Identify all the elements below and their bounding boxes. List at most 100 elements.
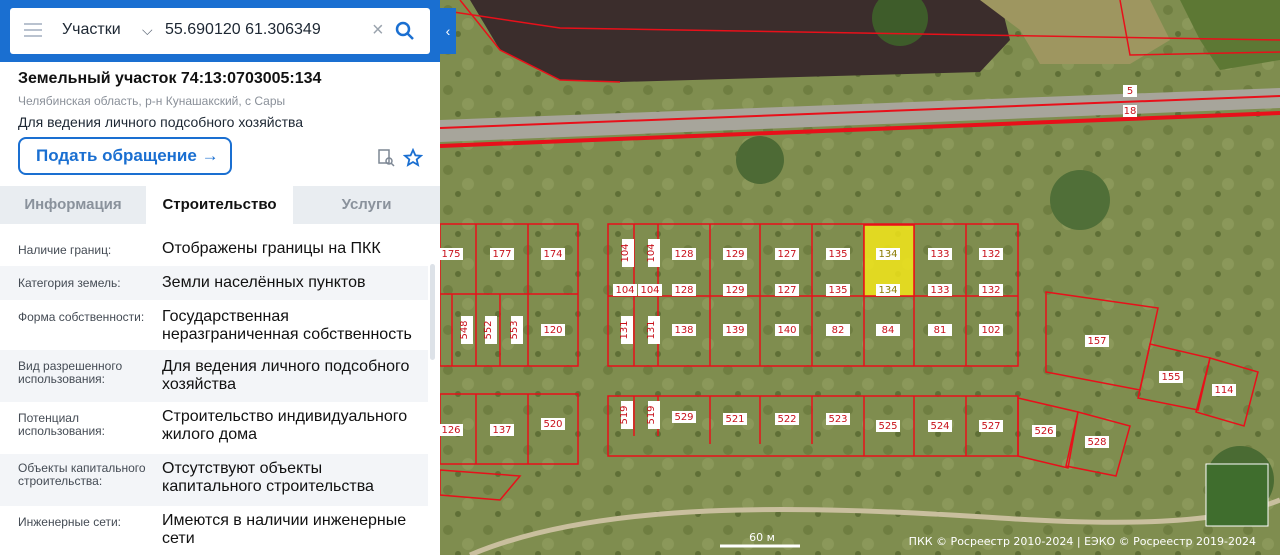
row-key: Инженерные сети: [18, 515, 121, 529]
info-row: Потенциал использования: Строительство и… [0, 402, 428, 454]
parcel-label[interactable]: 552 [483, 320, 494, 339]
parcel-label[interactable]: 174 [543, 249, 562, 260]
row-value: Отсутствуют объекты капитального строите… [162, 460, 374, 495]
row-value: Государственная неразграниченная собстве… [162, 308, 412, 343]
parcel-label[interactable]: 525 [878, 421, 897, 432]
parcel-label[interactable]: 128 [674, 285, 693, 296]
row-key: Вид разрешенного использования: [18, 359, 123, 386]
scrollbar[interactable] [430, 264, 435, 360]
parcel-label[interactable]: 519 [646, 405, 657, 424]
info-row: Инженерные сети: Имеются в наличии инжен… [0, 506, 428, 555]
row-key: Потенциал использования: [18, 411, 105, 438]
parcel-label[interactable]: 137 [492, 425, 511, 436]
parcel-label[interactable]: 82 [832, 325, 845, 336]
parcel-label[interactable]: 521 [725, 414, 744, 425]
chevron-down-icon[interactable]: ⌵ [142, 22, 153, 39]
parcel-label[interactable]: 138 [674, 325, 693, 336]
parcel-label[interactable]: 104 [615, 285, 634, 296]
parcel-label[interactable]: 139 [725, 325, 744, 336]
parcel-label[interactable]: 114 [1214, 385, 1233, 396]
parcel-label[interactable]: 131 [619, 320, 630, 339]
parcel-label[interactable]: 132 [981, 249, 1000, 260]
layer-thumbnail[interactable] [1205, 463, 1269, 527]
document-search-icon[interactable] [376, 148, 396, 168]
parcel-title: Земельный участок 74:13:0703005:134 [18, 70, 322, 87]
parcel-label[interactable]: 132 [981, 285, 1000, 296]
parcel-label[interactable]: 526 [1034, 426, 1053, 437]
parcel-label[interactable]: 175 [441, 249, 460, 260]
parcel-label[interactable]: 519 [619, 405, 630, 424]
parcel-label[interactable]: 104 [620, 243, 631, 262]
parcel-label[interactable]: 120 [543, 325, 562, 336]
parcel-label[interactable]: 127 [777, 285, 796, 296]
info-row: Категория земель: Земли населённых пункт… [0, 266, 428, 300]
search-bar: Участки ⌵ 55.690120 61.306349 × [10, 8, 430, 54]
row-key: Форма собственности: [18, 310, 145, 324]
collapse-panel-button[interactable]: ‹ [440, 8, 456, 54]
chevron-left-icon: ‹ [445, 23, 451, 39]
arrow-right-icon: → [201, 146, 219, 165]
scale-label: 60 м [749, 531, 775, 544]
parcel-label[interactable]: 133 [930, 249, 949, 260]
parcel-label[interactable]: 126 [441, 425, 460, 436]
row-value: Строительство индивидуального жилого дом… [162, 408, 408, 443]
parcel-label[interactable]: 522 [777, 414, 796, 425]
parcel-address: Челябинская область, р-н Кунашакский, с … [18, 94, 286, 108]
search-icon[interactable] [394, 20, 416, 42]
parcel-label[interactable]: 155 [1161, 372, 1180, 383]
parcel-label[interactable]: 129 [725, 285, 744, 296]
info-row: Форма собственности: Государственная нер… [0, 300, 428, 350]
tab-services[interactable]: Услуги [293, 186, 440, 224]
parcel-label[interactable]: 177 [492, 249, 511, 260]
parcel-label[interactable]: 529 [674, 412, 693, 423]
info-row: Объекты капитального строительства: Отсу… [0, 454, 428, 506]
map-attribution: ПКК © Росреестр 2010-2024 | ЕЭКО © Росре… [909, 535, 1256, 548]
star-icon[interactable] [403, 148, 423, 168]
road-label: 5 [1127, 86, 1133, 97]
parcel-label[interactable]: 84 [882, 325, 895, 336]
row-key: Наличие границ: [18, 243, 112, 257]
parcel-label[interactable]: 81 [934, 325, 947, 336]
row-key: Объекты капитального строительства: [18, 461, 146, 488]
row-key: Категория земель: [18, 276, 121, 290]
parcel-label[interactable]: 157 [1087, 336, 1106, 347]
road-label: 18 [1124, 106, 1137, 117]
parcel-label[interactable]: 134 [878, 249, 897, 260]
row-value: Земли населённых пунктов [162, 274, 366, 291]
parcel-label[interactable]: 104 [640, 285, 659, 296]
parcel-label[interactable]: 128 [674, 249, 693, 260]
close-icon[interactable]: × [372, 19, 384, 42]
parcel-label[interactable]: 102 [981, 325, 1000, 336]
submit-appeal-button[interactable]: Подать обращение → [18, 137, 232, 175]
parcel-label[interactable]: 129 [725, 249, 744, 260]
parcel-use: Для ведения личного подсобного хозяйства [18, 114, 304, 130]
parcel-label[interactable]: 131 [646, 320, 657, 339]
parcel-label[interactable]: 528 [1087, 437, 1106, 448]
tab-bar: Информация Строительство Услуги [0, 186, 440, 224]
row-value: Для ведения личного подсобного хозяйства [162, 358, 410, 393]
layer-select[interactable]: Участки [62, 21, 121, 39]
parcel-label[interactable]: 104 [646, 243, 657, 262]
row-value: Имеются в наличии инженерные сети [162, 512, 407, 547]
parcel-label[interactable]: 140 [777, 325, 796, 336]
parcel-label[interactable]: 134 [878, 285, 897, 296]
parcel-label[interactable]: 520 [543, 419, 562, 430]
menu-icon[interactable] [24, 23, 42, 39]
parcel-label[interactable]: 135 [828, 285, 847, 296]
info-row: Наличие границ: Отображены границы на ПК… [0, 234, 428, 266]
parcel-label[interactable]: 133 [930, 285, 949, 296]
tab-construction[interactable]: Строительство [146, 186, 293, 224]
row-value: Отображены границы на ПКК [162, 240, 381, 257]
info-panel: Участки ⌵ 55.690120 61.306349 × Земельны… [0, 0, 440, 555]
parcel-label[interactable]: 527 [981, 421, 1000, 432]
info-row: Вид разрешенного использования: Для веде… [0, 350, 428, 402]
parcel-label[interactable]: 553 [509, 320, 520, 339]
tab-information[interactable]: Информация [0, 186, 146, 224]
parcel-label[interactable]: 135 [828, 249, 847, 260]
parcel-label[interactable]: 524 [930, 421, 949, 432]
parcel-label[interactable]: 523 [828, 414, 847, 425]
parcel-label[interactable]: 548 [459, 320, 470, 339]
search-input[interactable]: 55.690120 61.306349 [165, 21, 321, 39]
search-header: Участки ⌵ 55.690120 61.306349 × [0, 0, 440, 62]
parcel-label[interactable]: 127 [777, 249, 796, 260]
